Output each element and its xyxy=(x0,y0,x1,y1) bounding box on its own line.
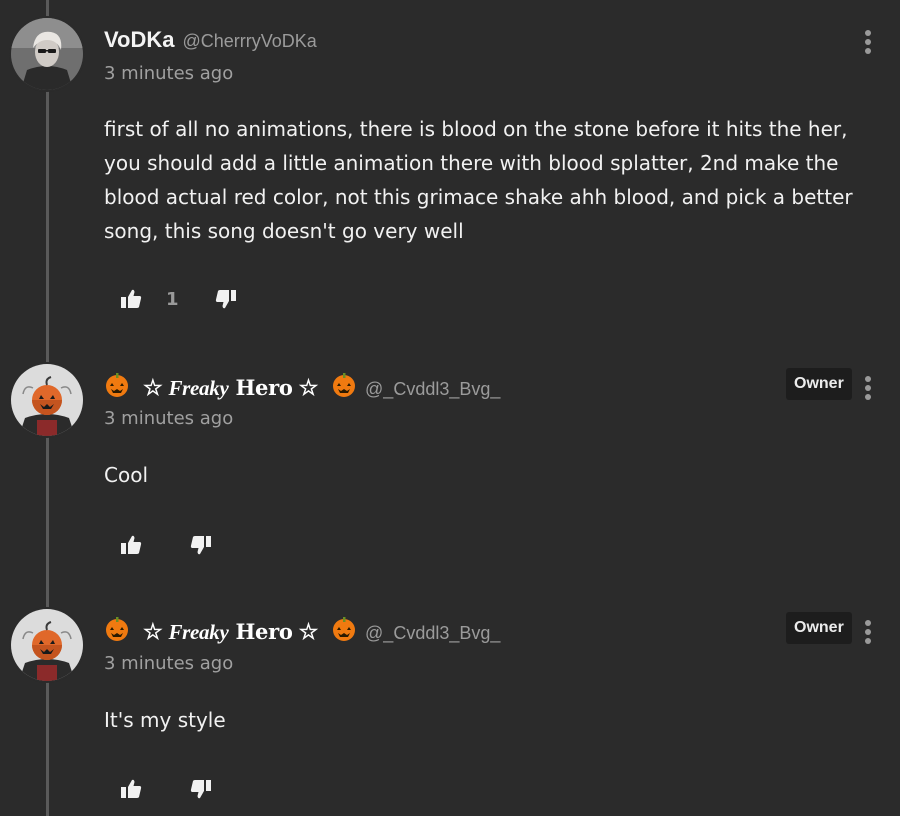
author-handle[interactable]: @_Cvddl3_Bvg_ xyxy=(365,623,500,644)
owner-badge: Owner xyxy=(786,368,852,400)
comment-actions xyxy=(118,774,214,804)
author-name[interactable]: VoDKa xyxy=(104,27,175,53)
thumbs-up-icon[interactable] xyxy=(118,532,144,558)
avatar[interactable] xyxy=(11,364,83,436)
comment-thread: VoDKa @CherrryVoDKa 3 minutes ago first … xyxy=(0,0,900,816)
avatar[interactable] xyxy=(11,609,83,681)
jack-o-lantern-icon xyxy=(104,372,130,403)
comment-text: It's my style xyxy=(104,708,226,732)
thumbs-down-icon[interactable] xyxy=(213,286,239,312)
more-vertical-icon[interactable] xyxy=(860,618,876,646)
comment-actions: 1 xyxy=(118,284,239,314)
more-vertical-icon[interactable] xyxy=(860,28,876,56)
jack-o-lantern-icon xyxy=(331,616,357,647)
timestamp: 3 minutes ago xyxy=(104,653,234,674)
comment-actions xyxy=(118,530,214,560)
author-line: ☆ Freaky Hero ☆ @_Cvddl3_Bvg_ xyxy=(104,616,500,647)
author-handle[interactable]: @_Cvddl3_Bvg_ xyxy=(365,379,500,400)
thumbs-up-icon[interactable] xyxy=(118,776,144,802)
thumbs-down-icon[interactable] xyxy=(188,532,214,558)
more-vertical-icon[interactable] xyxy=(860,374,876,402)
jack-o-lantern-icon xyxy=(331,372,357,403)
comment-text: first of all no animations, there is blo… xyxy=(104,117,853,243)
author-handle[interactable]: @CherrryVoDKa xyxy=(183,31,317,52)
like-count: 1 xyxy=(166,288,179,310)
avatar[interactable] xyxy=(11,18,83,90)
thumbs-up-icon[interactable] xyxy=(118,286,144,312)
owner-badge: Owner xyxy=(786,612,852,644)
timestamp: 3 minutes ago xyxy=(104,408,234,429)
comment-text: Cool xyxy=(104,463,148,487)
timestamp: 3 minutes ago xyxy=(104,63,234,84)
author-name[interactable]: ☆ Freaky Hero ☆ xyxy=(104,372,357,403)
author-line: ☆ Freaky Hero ☆ @_Cvddl3_Bvg_ xyxy=(104,372,500,403)
author-name[interactable]: ☆ Freaky Hero ☆ xyxy=(104,616,357,647)
jack-o-lantern-icon xyxy=(104,616,130,647)
thumbs-down-icon[interactable] xyxy=(188,776,214,802)
author-line: VoDKa @CherrryVoDKa xyxy=(104,27,317,53)
